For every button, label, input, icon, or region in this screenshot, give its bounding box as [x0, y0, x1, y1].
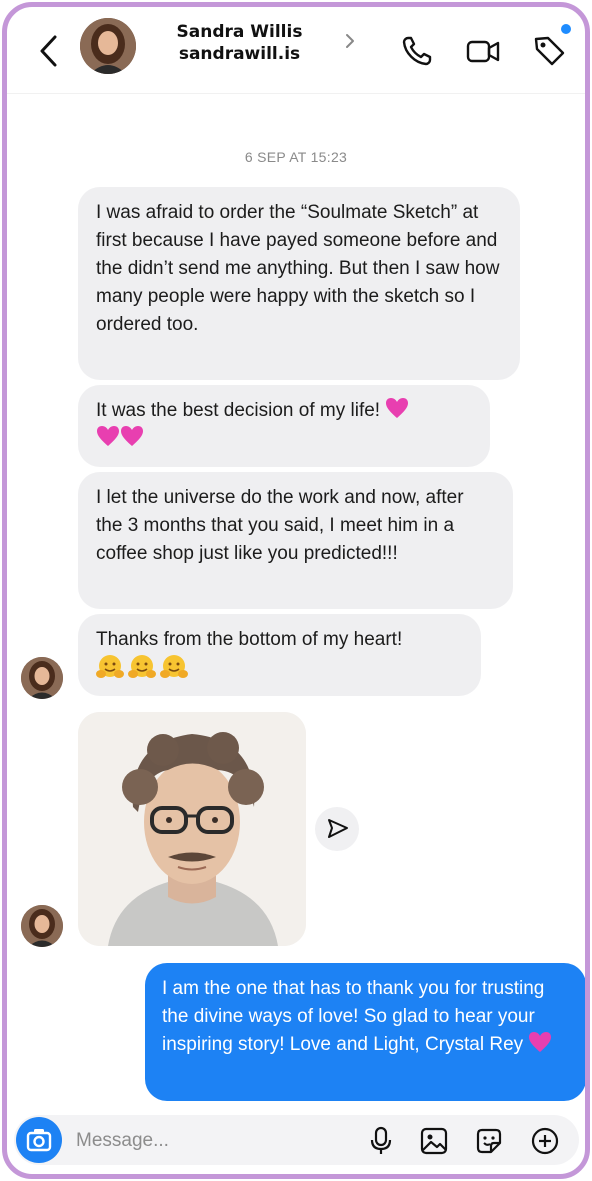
contact-handle: sandrawill.is	[178, 44, 301, 64]
hugging-face-icon	[160, 655, 188, 678]
contact-avatar[interactable]	[80, 18, 136, 74]
hugging-face-icon	[96, 655, 124, 678]
send-icon	[328, 819, 348, 838]
camera-icon	[26, 1129, 52, 1152]
incoming-message[interactable]: I let the universe do the work and now, …	[78, 472, 513, 609]
back-arrow-icon[interactable]	[33, 31, 65, 71]
share-button[interactable]	[315, 807, 359, 851]
video-camera-icon[interactable]	[465, 33, 501, 69]
tag-icon[interactable]	[531, 33, 567, 69]
hugging-face-icon	[128, 655, 156, 678]
contact-name: Sandra Willis	[176, 22, 303, 42]
date-separator: 6 SEP AT 15:23	[244, 149, 348, 165]
pink-heart-icon	[121, 426, 143, 446]
pink-heart-icon	[529, 1032, 552, 1052]
camera-button[interactable]	[16, 1117, 62, 1163]
phone-frame: Sandra Willis sandrawill.is 6 SEP AT 15:…	[2, 2, 590, 1179]
sticker-icon[interactable]	[474, 1126, 504, 1156]
incoming-message[interactable]: Thanks from the bottom of my heart!	[78, 614, 481, 696]
microphone-icon[interactable]	[366, 1126, 396, 1156]
message-composer	[14, 1115, 579, 1165]
incoming-message[interactable]: I was afraid to order the “Soulmate Sket…	[78, 187, 520, 380]
gallery-icon[interactable]	[419, 1126, 449, 1156]
pink-heart-icon	[386, 398, 409, 418]
sender-avatar[interactable]	[21, 657, 63, 699]
contact-title[interactable]: Sandra Willis sandrawill.is	[157, 21, 322, 65]
message-text: Thanks from the bottom of my heart!	[96, 629, 403, 650]
message-input[interactable]	[74, 1125, 338, 1157]
message-text: It was the best decision of my life!	[96, 400, 381, 421]
message-text: I am the one that has to thank you for t…	[162, 978, 545, 1055]
phone-icon[interactable]	[399, 33, 435, 69]
message-text: I let the universe do the work and now, …	[96, 487, 464, 564]
add-icon[interactable]	[530, 1126, 560, 1156]
portrait-sketch-image[interactable]	[78, 712, 306, 946]
pink-heart-icon	[97, 426, 119, 446]
outgoing-message[interactable]: I am the one that has to thank you for t…	[145, 963, 585, 1101]
sender-avatar[interactable]	[21, 905, 63, 947]
chat-header: Sandra Willis sandrawill.is	[7, 7, 585, 94]
incoming-message[interactable]: It was the best decision of my life!	[78, 385, 490, 467]
notification-dot	[561, 24, 571, 34]
chevron-right-icon[interactable]	[342, 29, 358, 53]
message-text: I was afraid to order the “Soulmate Sket…	[96, 202, 500, 335]
